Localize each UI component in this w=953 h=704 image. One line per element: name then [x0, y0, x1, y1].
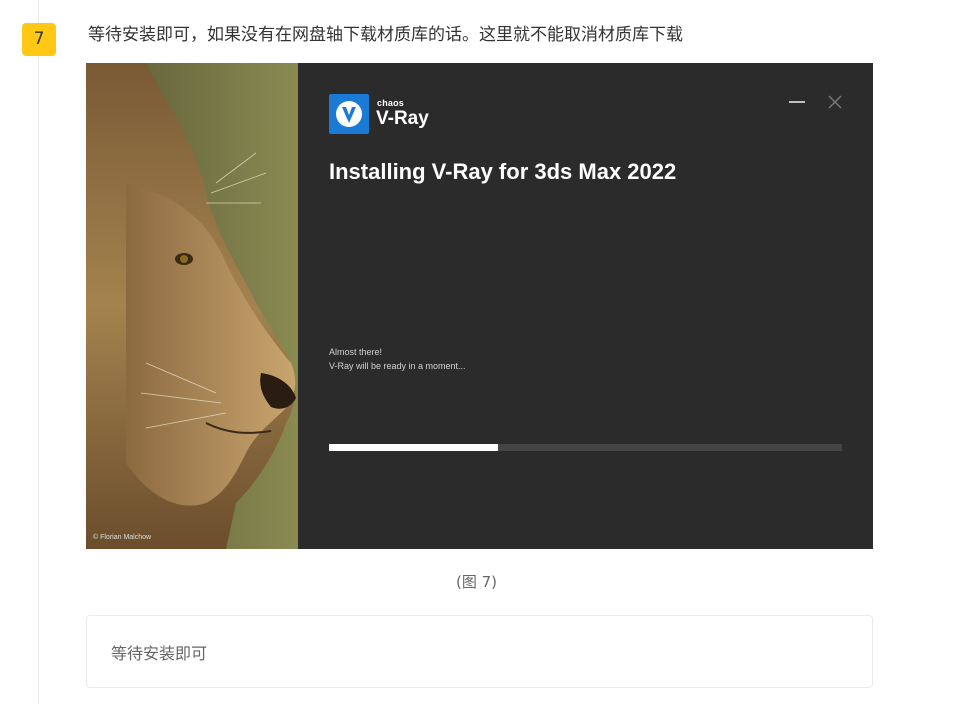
install-title: Installing V-Ray for 3ds Max 2022	[329, 159, 677, 184]
close-button[interactable]	[824, 91, 846, 113]
brand-vray-label: V-Ray	[376, 108, 429, 129]
lion-illustration	[86, 63, 298, 549]
note-text: 等待安装即可	[111, 644, 208, 663]
photo-credit: © Florian Malchow	[93, 534, 152, 541]
progress-fill	[329, 444, 499, 451]
minimize-icon	[789, 101, 805, 103]
minimize-button[interactable]	[786, 91, 808, 113]
vray-installer-window: © Florian Malchow chaos V-Ray Installing…	[86, 63, 873, 549]
step-text: 等待安装即可，如果没有在网盘轴下载材质库的话。这里就不能取消材质库下载	[88, 25, 683, 45]
figure-caption: (图 7)	[455, 573, 498, 591]
v-ray-logo-icon	[329, 94, 369, 134]
lion-photo: © Florian Malchow	[86, 63, 298, 549]
install-progress-bar	[329, 444, 842, 451]
step-number-badge: 7	[22, 23, 56, 56]
left-rule	[38, 0, 39, 704]
note-box: 等待安装即可	[86, 615, 873, 688]
brand-chaos-label: chaos	[377, 98, 405, 108]
status-line-2: V-Ray will be ready in a moment...	[329, 361, 466, 371]
close-icon	[828, 95, 842, 109]
status-line-1: Almost there!	[329, 347, 383, 357]
